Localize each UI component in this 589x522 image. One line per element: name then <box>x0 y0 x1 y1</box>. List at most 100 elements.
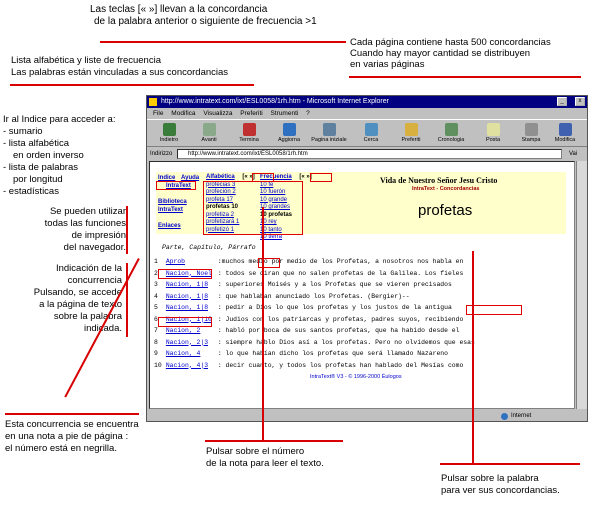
refresh-icon <box>282 123 296 136</box>
indice-line: por longitud <box>13 174 63 185</box>
concordance-row: 5 Nacion, 1|8: pedir a Dios lo que los p… <box>154 304 452 312</box>
back-button[interactable]: Indietro <box>149 122 189 146</box>
favorites-button[interactable]: Preferiti <box>391 122 431 146</box>
page-content: Indice Ayuda IntraText Biblioteca IntraT… <box>149 161 575 409</box>
alfabetica-link[interactable]: Alfabética <box>206 174 235 180</box>
highlight-lists <box>203 181 303 235</box>
biblioteca-link[interactable]: Biblioteca <box>158 199 187 205</box>
refresh-label: Aggiorna <box>277 137 301 143</box>
stop-button[interactable]: Termina <box>229 122 269 146</box>
pulsar-num-line: de la nota para leer el texto. <box>206 458 324 469</box>
globe-icon <box>501 413 508 420</box>
forward-arrow-icon <box>202 123 216 136</box>
highlight-concurrencia <box>158 269 212 279</box>
highlight-word <box>466 305 522 315</box>
enlaces-link[interactable]: Enlaces <box>158 223 181 229</box>
menu-visualizza[interactable]: Visualizza <box>203 110 232 117</box>
row-location-link[interactable]: Nacion, 1|8 <box>166 304 218 312</box>
row-text: :muchos medio por medio de los Profetas,… <box>217 258 464 265</box>
row-number: 1 <box>154 258 158 265</box>
menu-preferiti[interactable]: Preferiti <box>240 110 262 117</box>
annotation-pulsar-numero: Pulsar sobre el número de la nota para l… <box>206 446 324 470</box>
address-input[interactable]: http://www.intratext.com/ixt/ESL0058/1rh… <box>177 149 562 159</box>
indice-line: - sumario <box>3 126 43 137</box>
menu-bar: File Modifica Visualizza Preferiti Strum… <box>147 108 587 119</box>
annotation-concurrencia: Indicación de la concurrencia Pulsando, … <box>28 263 122 335</box>
refresh-button[interactable]: Aggiorna <box>269 122 309 146</box>
row-number: 8 <box>154 338 158 346</box>
menu-file[interactable]: File <box>153 110 163 117</box>
edit-label: Modifica <box>554 137 576 143</box>
page-subtitle: IntraText - Concordancias <box>412 186 480 192</box>
row-text: : pedir a Dios lo que los profetas y los… <box>217 304 452 311</box>
printer-icon <box>524 123 538 136</box>
stop-icon <box>242 123 256 136</box>
annotation-lists-2: Las palabras están vinculadas a sus conc… <box>11 67 229 78</box>
print-line: de impresión <box>71 230 126 241</box>
indice-line: - estadísticas <box>3 186 59 197</box>
highlight-frecuencia-nav <box>310 173 332 182</box>
row-number: 4 <box>154 292 158 300</box>
nota-line: en una nota a pie de página : <box>5 431 129 442</box>
stop-label: Termina <box>239 137 259 143</box>
status-bar: Internet <box>147 410 587 421</box>
row-location-link[interactable]: Nacion, 2|3 <box>166 339 218 347</box>
annotation-lists-1: Lista alfabética y liste de frecuencia <box>11 55 161 66</box>
row-location-link[interactable]: Nacion, 1|8 <box>166 281 218 289</box>
vertical-scrollbar[interactable] <box>576 161 587 409</box>
print-line: del navegador. <box>63 242 126 253</box>
highlight-nota <box>158 317 212 327</box>
annotation-indice: Ir al Indice para acceder a: - sumario -… <box>3 114 115 198</box>
history-label: Cronologia <box>437 137 465 143</box>
row-location-link[interactable]: Nacion, 2 <box>166 327 218 335</box>
forward-button[interactable]: Avanti <box>189 122 229 146</box>
row-text: : Judios con los patriarcas y profetas, … <box>217 315 464 323</box>
intratext-library-link[interactable]: IntraText <box>158 207 183 213</box>
row-text: : superiores Moisés y a los Profetas que… <box>217 281 452 288</box>
ie-icon <box>149 98 157 106</box>
address-bar: Indirizzo http://www.intratext.com/ixt/E… <box>147 148 587 160</box>
mail-icon <box>486 123 500 136</box>
forward-label: Avanti <box>201 137 217 143</box>
row-number: 7 <box>154 327 158 334</box>
concordance-row: 9 Nacion, 4: lo que habían dicho los pro… <box>154 350 448 358</box>
concordance-row: 3 Nacion, 1|8: superiores Moisés y a los… <box>154 281 452 289</box>
conc-line: a la página de texto <box>39 299 122 310</box>
annotation-pages-3: en varias páginas <box>350 59 425 70</box>
row-location-link[interactable]: Nacion, 1|8 <box>166 293 218 301</box>
edit-button[interactable]: Modifica <box>545 122 585 146</box>
row-location-link[interactable]: Nacion, 4|3 <box>166 362 218 370</box>
browser-window: http://www.intratext.com/ixt/ESL0058/1rh… <box>146 95 588 422</box>
concordance-row: 1 Aprob:muchos medio por medio de los Pr… <box>154 258 463 266</box>
pulsar-pal-line: para ver sus concordancias. <box>441 485 560 496</box>
menu-modifica[interactable]: Modifica <box>171 110 195 117</box>
row-number: 5 <box>154 304 158 311</box>
row-number: 9 <box>154 350 158 357</box>
page-footer: IntraText® V3 - © 1996-2000 Éulogos <box>310 374 402 380</box>
row-text: : decir cuanto, y todos los profetas han… <box>217 361 464 369</box>
print-line: todas las funciones <box>44 218 126 229</box>
menu-help[interactable]: ? <box>306 110 310 117</box>
go-button[interactable]: Vai <box>569 148 577 160</box>
history-icon <box>444 123 458 136</box>
concordance-row: 8 Nacion, 2|3: siempre hablo Dios así a … <box>154 339 475 347</box>
mail-label: Posta <box>485 137 501 143</box>
pulsar-pal-line: Pulsar sobre la palabra <box>441 473 539 484</box>
indice-line: Ir al Indice para acceder a: <box>3 114 116 125</box>
book-title: Vida de Nuestro Señor Jesu Cristo <box>380 176 498 185</box>
search-button[interactable]: Cerca <box>351 122 391 146</box>
section-label: Parte, Capítulo, Párrafo <box>162 244 256 251</box>
history-button[interactable]: Cronologia <box>431 122 471 146</box>
nota-line: Esta concurrencia se encuentra <box>5 419 139 430</box>
close-button[interactable]: x <box>575 97 585 106</box>
mail-button[interactable]: Posta <box>473 122 513 146</box>
conc-line: concurrencia <box>67 275 122 286</box>
minimize-button[interactable]: _ <box>557 97 567 106</box>
annotation-pulsar-palabra: Pulsar sobre la palabra para ver sus con… <box>441 473 560 497</box>
menu-strumenti[interactable]: Strumenti <box>271 110 299 117</box>
home-button[interactable]: Pagina iniziale <box>309 122 349 146</box>
row-text: : siempre hablo Dios así a los profetas.… <box>217 338 475 346</box>
row-location-link[interactable]: Nacion, 4 <box>166 350 218 358</box>
nota-line: el número está en negrilla. <box>5 443 117 454</box>
row-location-link[interactable]: Aprob <box>166 258 218 266</box>
